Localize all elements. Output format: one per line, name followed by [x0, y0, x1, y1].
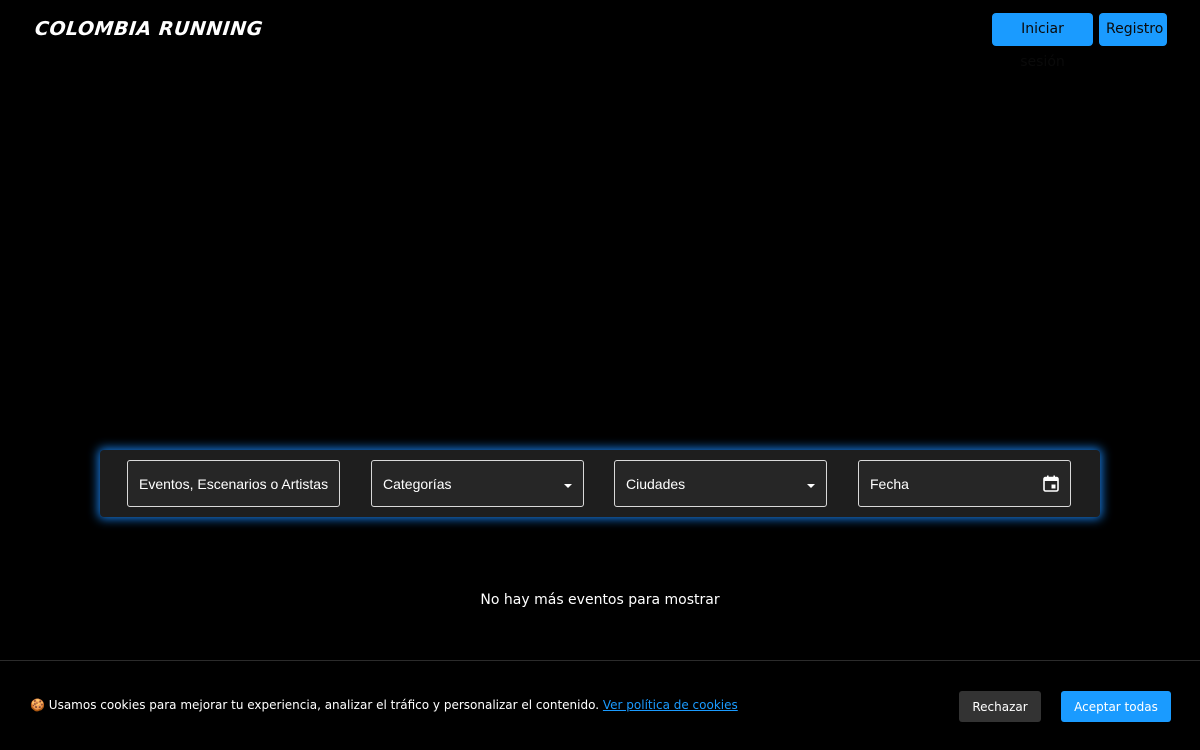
calendar-icon[interactable] — [1043, 475, 1059, 492]
cookie-banner: 🍪 Usamos cookies para mejorar tu experie… — [0, 660, 1200, 750]
page: COLOMBIA RUNNING Iniciar sesión Registro… — [0, 0, 1200, 750]
date-picker[interactable]: Fecha — [858, 460, 1071, 507]
cookie-icon: 🍪 — [30, 698, 45, 712]
categories-select[interactable]: Categorías — [371, 460, 584, 507]
cookie-text: 🍪 Usamos cookies para mejorar tu experie… — [30, 698, 738, 712]
empty-events-message: No hay más eventos para mostrar — [480, 592, 720, 608]
register-button[interactable]: Registro — [1099, 13, 1167, 46]
header: COLOMBIA RUNNING Iniciar sesión Registro — [0, 0, 1200, 70]
search-input[interactable] — [139, 475, 328, 492]
search-field[interactable] — [127, 460, 340, 507]
cities-label: Ciudades — [626, 475, 686, 492]
cookie-message: Usamos cookies para mejorar tu experienc… — [48, 698, 600, 712]
date-label: Fecha — [870, 475, 909, 492]
chevron-down-icon — [564, 483, 572, 488]
site-logo[interactable]: COLOMBIA RUNNING — [34, 18, 264, 40]
categories-label: Categorías — [383, 475, 452, 492]
search-panel: Categorías Ciudades Fecha — [100, 450, 1100, 517]
cities-select[interactable]: Ciudades — [614, 460, 827, 507]
reject-cookies-button[interactable]: Rechazar — [959, 691, 1041, 722]
accept-cookies-button[interactable]: Aceptar todas — [1061, 691, 1171, 722]
chevron-down-icon — [807, 483, 815, 488]
login-button[interactable]: Iniciar sesión — [992, 13, 1093, 70]
cookie-policy-link[interactable]: Ver política de cookies — [603, 698, 738, 712]
